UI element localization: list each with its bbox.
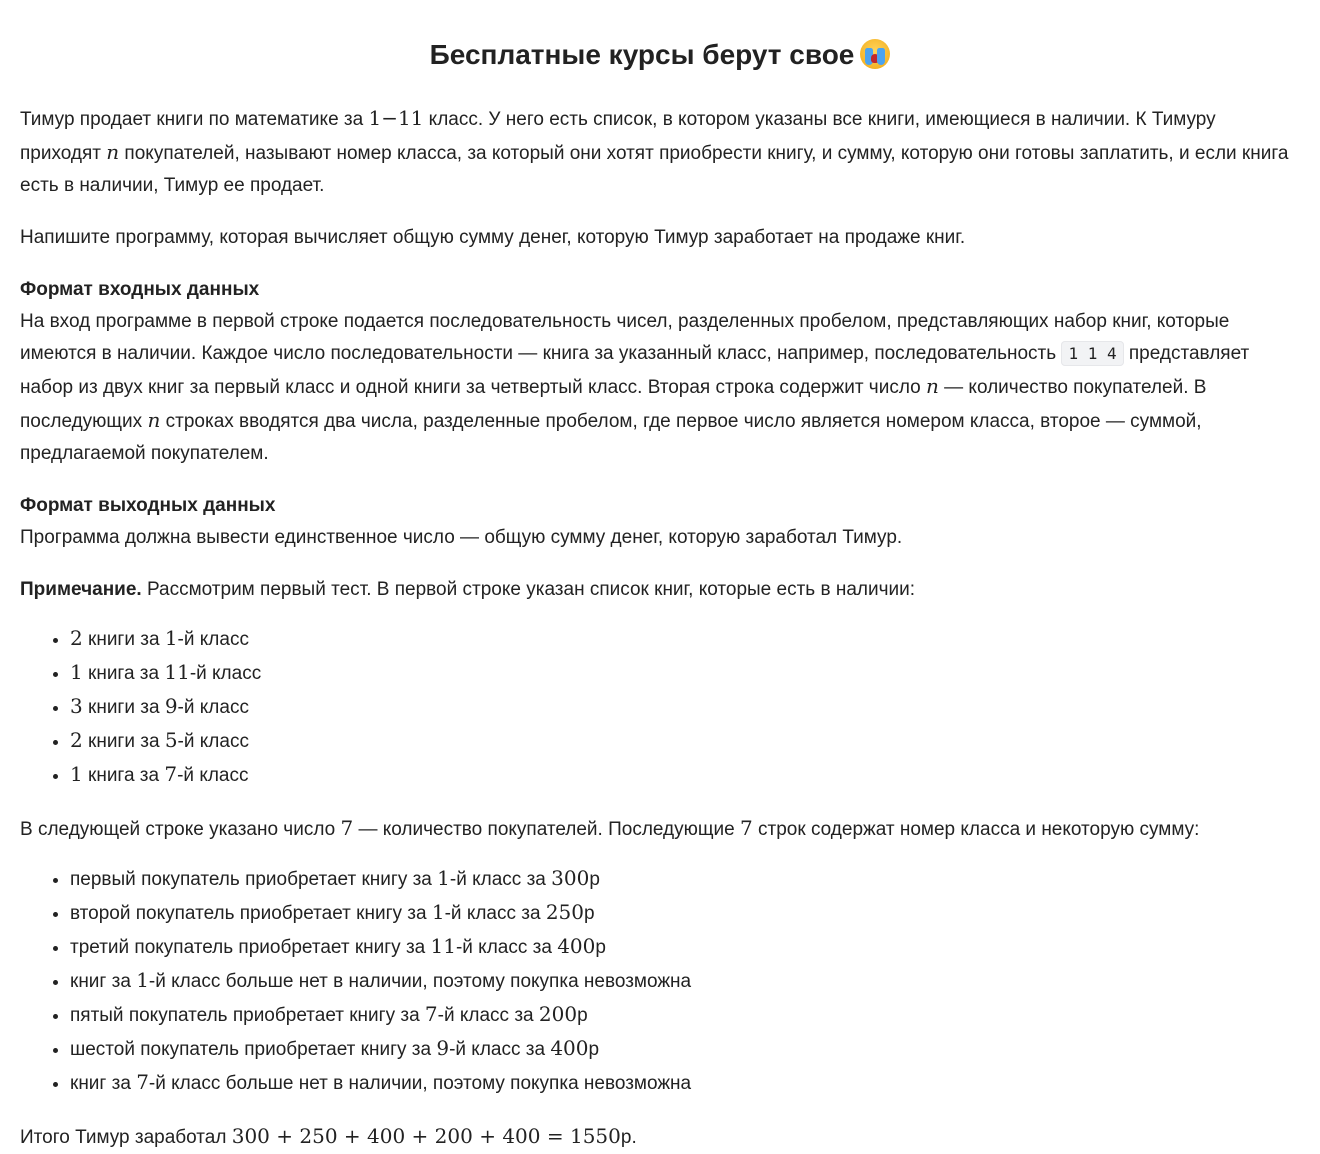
page-title: Бесплатные курсы берут свое	[20, 0, 1300, 77]
list-item: 2 книги за 1-й класс	[70, 622, 1300, 656]
list-item: второй покупатель приобретает книгу за 1…	[70, 896, 1300, 930]
math-grade: 9	[164, 694, 178, 718]
list-item: первый покупатель приобретает книгу за 1…	[70, 862, 1300, 896]
buyers-list: первый покупатель приобретает книгу за 1…	[20, 862, 1300, 1100]
note-paragraph: Примечание. Рассмотрим первый тест. В пе…	[20, 574, 1300, 606]
list-item: третий покупатель приобретает книгу за 1…	[70, 930, 1300, 964]
math-grade: 1	[164, 626, 178, 650]
list-item: 1 книга за 7-й класс	[70, 758, 1300, 792]
math-n: n	[147, 408, 161, 432]
math-sum: 300	[551, 866, 590, 890]
math-number: 7	[340, 816, 354, 840]
math-count: 3	[70, 694, 83, 718]
math-grade: 5	[164, 728, 178, 752]
math-grade: 1	[431, 900, 445, 924]
text: книги за	[82, 697, 165, 718]
math-grade: 7	[424, 1002, 438, 1026]
note-label: Примечание.	[20, 579, 142, 600]
text: третий покупатель приобретает книгу за	[70, 937, 431, 958]
output-format-paragraph: Программа должна вывести единственное чи…	[20, 527, 903, 548]
text: Рассмотрим первый тест. В первой строке …	[141, 579, 915, 600]
text: пятый покупатель приобретает книгу за	[70, 1005, 425, 1026]
math-n: n	[106, 140, 120, 164]
text: книг за	[70, 1073, 137, 1094]
text: р	[588, 1039, 600, 1060]
math-grade: 1	[437, 866, 450, 890]
text: Итого Тимур заработал	[20, 1127, 232, 1148]
text: -й класс за	[455, 937, 558, 958]
text: книги за	[82, 629, 165, 650]
text: книга за	[82, 663, 165, 684]
buyers-intro-paragraph: В следующей строке указано число 7 — кол…	[20, 812, 1300, 846]
input-format-heading: Формат входных данных	[20, 279, 260, 300]
text: -й класс	[189, 663, 262, 684]
total-paragraph: Итого Тимур заработал 300 + 250 + 400 + …	[20, 1120, 1300, 1154]
problem-statement: Бесплатные курсы берут свое Тимур продае…	[0, 0, 1320, 1148]
list-item: 3 книги за 9-й класс	[70, 690, 1300, 724]
math-grade: 7	[136, 1070, 149, 1094]
text: книг за	[70, 971, 137, 992]
text: второй покупатель приобретает книгу за	[70, 903, 432, 924]
text: р	[595, 937, 606, 958]
text: -й класс больше нет в наличии, поэтому п…	[148, 971, 692, 992]
math-count: 2	[70, 728, 83, 752]
text: На вход программе в первой строке подает…	[20, 311, 1230, 364]
math-n: n	[925, 374, 939, 398]
loudly-crying-face-icon	[860, 39, 891, 69]
text: р	[584, 903, 595, 924]
math-sum: 400	[550, 1036, 589, 1060]
text: книги за	[82, 731, 165, 752]
text: покупателей, называют номер класса, за к…	[20, 143, 1289, 196]
title-text: Бесплатные курсы берут свое	[429, 39, 855, 70]
math-grade: 7	[164, 762, 178, 786]
books-list: 2 книги за 1-й класс 1 книга за 11-й кла…	[20, 622, 1300, 792]
text: -й класс за	[437, 1005, 539, 1026]
list-item: 2 книги за 5-й класс	[70, 724, 1300, 758]
input-format-paragraph: На вход программе в первой строке подает…	[20, 306, 1300, 470]
text: -й класс больше нет в наличии, поэтому п…	[148, 1073, 692, 1094]
text: -й класс	[177, 765, 249, 786]
list-item: книг за 1-й класс больше нет в наличии, …	[70, 964, 1300, 998]
math-grade: 1	[136, 968, 149, 992]
text: -й класс за	[444, 903, 546, 924]
text: строк содержат номер класса и некоторую …	[752, 819, 1200, 840]
math-grade: 11	[430, 934, 456, 958]
math-grade: 11	[164, 660, 190, 684]
math-grade: 9	[436, 1036, 450, 1060]
intro-paragraph: Тимур продает книги по математике за 1−1…	[20, 102, 1300, 202]
math-grade-range: 1−11	[368, 106, 424, 130]
task-paragraph: Напишите программу, которая вычисляет об…	[20, 227, 966, 248]
math-count: 1	[70, 660, 83, 684]
list-item: книг за 7-й класс больше нет в наличии, …	[70, 1066, 1300, 1100]
math-sum: 250	[545, 900, 585, 924]
text: В следующей строке указано число	[20, 819, 341, 840]
text: р.	[620, 1127, 637, 1148]
text: -й класс за	[449, 869, 552, 890]
text: р	[589, 869, 600, 890]
math-count: 2	[70, 626, 83, 650]
math-count: 1	[70, 762, 83, 786]
text: -й класс за	[449, 1039, 551, 1060]
text: р	[577, 1005, 588, 1026]
text: Тимур продает книги по математике за	[20, 109, 369, 130]
text: -й класс	[177, 697, 249, 718]
list-item: пятый покупатель приобретает книгу за 7-…	[70, 998, 1300, 1032]
math-sum: 400	[557, 934, 596, 958]
output-format-heading: Формат выходных данных	[20, 495, 276, 516]
code-example: 1 1 4	[1061, 341, 1124, 366]
text: строках вводятся два числа, разделенные …	[20, 411, 1202, 464]
math-sum: 200	[538, 1002, 578, 1026]
text: первый покупатель приобретает книгу за	[70, 869, 438, 890]
text: -й класс	[177, 629, 249, 650]
list-item: шестой покупатель приобретает книгу за 9…	[70, 1032, 1300, 1066]
math-number: 7	[740, 816, 753, 840]
list-item: 1 книга за 11-й класс	[70, 656, 1300, 690]
text: шестой покупатель приобретает книгу за	[70, 1039, 437, 1060]
text: -й класс	[177, 731, 249, 752]
text: книга за	[82, 765, 165, 786]
text: — количество покупателей. Последующие	[353, 819, 740, 840]
math-total-formula: 300 + 250 + 400 + 200 + 400 = 1550	[231, 1124, 621, 1148]
